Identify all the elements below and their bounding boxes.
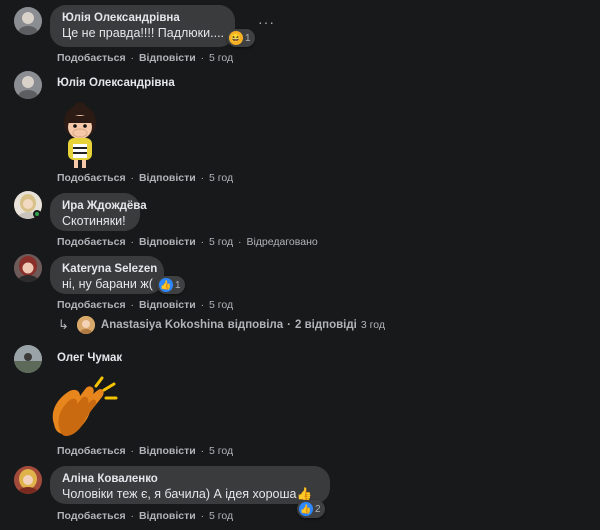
comment-text: Це не правда!!!! Падлюки.... [62, 26, 225, 40]
online-status-indicator [33, 210, 41, 218]
comment-text-body: Чоловіки теж є, я бачила) А ідея хороша [62, 487, 297, 501]
like-button[interactable]: Подобається [57, 52, 126, 64]
timestamp[interactable]: 5 год [209, 52, 233, 64]
avatar[interactable] [14, 71, 42, 99]
comment-actions: Подобається · Відповісти · 5 год · Відре… [57, 236, 318, 248]
avatar [76, 316, 95, 334]
comment-actions: Подобається · Відповісти · 5 год [57, 445, 233, 457]
separator: · [130, 510, 135, 522]
edited-label: Відредаговано [246, 236, 318, 248]
reply-button[interactable]: Відповісти [139, 172, 196, 184]
view-replies-link[interactable]: ↳ Anastasiya Kokoshina відповіла · 2 від… [58, 316, 385, 334]
separator: · [130, 52, 135, 64]
reply-button[interactable]: Відповісти [139, 445, 196, 457]
comment-author[interactable]: Юлія Олександрівна [62, 11, 223, 25]
reaction-count[interactable]: 👍 1 [157, 276, 185, 294]
separator: · [130, 445, 135, 457]
reaction-count-value: 1 [245, 32, 251, 44]
avatar[interactable] [14, 254, 42, 282]
comment-author[interactable]: Ира Ждождёва [62, 199, 147, 213]
reply-button[interactable]: Відповісти [139, 299, 196, 311]
separator: · [200, 52, 205, 64]
separator: · [200, 236, 205, 248]
timestamp[interactable]: 5 год [209, 510, 233, 522]
separator: · [200, 299, 205, 311]
reply-button[interactable]: Відповісти [139, 236, 196, 248]
comment-text: Чоловіки теж є, я бачила) А ідея хороша👍 [62, 486, 318, 502]
comment-actions: Подобається · Відповісти · 5 год [57, 299, 233, 311]
comment-text: Скотиняки! [62, 214, 126, 228]
more-options-icon[interactable]: ··· [258, 14, 275, 30]
like-button[interactable]: Подобається [57, 299, 126, 311]
avatar[interactable] [14, 7, 42, 35]
girl-covering-mouth-sticker [58, 100, 102, 170]
separator: · [130, 172, 135, 184]
thumbs-up-emoji: 👍 [296, 487, 313, 501]
reaction-count[interactable]: 😆 1 [227, 29, 255, 47]
reply-button[interactable]: Відповісти [139, 52, 196, 64]
avatar[interactable] [14, 345, 42, 373]
comment-bubble: Юлія Олександрівна Це не правда!!!! Падл… [50, 5, 235, 47]
separator: · [200, 510, 205, 522]
reply-verb: відповіла [227, 319, 284, 331]
comment-author[interactable]: Олег Чумак [57, 352, 122, 364]
separator: · [130, 299, 135, 311]
separator: · [238, 236, 242, 248]
like-icon: 👍 [299, 502, 313, 516]
comment-author[interactable]: Юлія Олександрівна [57, 77, 175, 89]
comment-bubble: Ира Ждождёва Скотиняки! [50, 193, 147, 231]
timestamp[interactable]: 5 год [209, 299, 233, 311]
like-button[interactable]: Подобається [57, 510, 126, 522]
reply-time: 3 год [360, 319, 385, 331]
like-button[interactable]: Подобається [57, 445, 126, 457]
like-button[interactable]: Подобається [57, 236, 126, 248]
comment-bubble: Kateryna Selezen ні, ну барани ж( [50, 256, 164, 294]
haha-icon: 😆 [229, 31, 243, 45]
separator: · [200, 172, 205, 184]
separator: · [287, 319, 291, 331]
reply-author[interactable]: Anastasiya Kokoshina [101, 319, 224, 331]
comment-bubble: Аліна Коваленко Чоловіки теж є, я бачила… [50, 466, 330, 504]
timestamp[interactable]: 5 год [209, 172, 233, 184]
comment-actions: Подобається · Відповісти · 5 год [57, 52, 233, 64]
separator: · [200, 445, 205, 457]
reaction-count-value: 2 [315, 503, 321, 515]
comment-author[interactable]: Аліна Коваленко [62, 472, 318, 486]
reaction-count[interactable]: 👍 2 [297, 500, 325, 518]
comment-author[interactable]: Kateryna Selezen [62, 262, 157, 276]
separator: · [130, 236, 135, 248]
like-button[interactable]: Подобається [57, 172, 126, 184]
comment-actions: Подобається · Відповісти · 5 год [57, 510, 233, 522]
timestamp[interactable]: 5 год [209, 236, 233, 248]
comment-actions: Подобається · Відповісти · 5 год [57, 172, 233, 184]
avatar[interactable] [14, 466, 42, 494]
like-icon: 👍 [159, 278, 173, 292]
reply-button[interactable]: Відповісти [139, 510, 196, 522]
reaction-count-value: 1 [175, 279, 181, 291]
timestamp[interactable]: 5 год [209, 445, 233, 457]
reply-count[interactable]: 2 відповіді [295, 319, 357, 331]
reply-arrow-icon: ↳ [58, 317, 69, 332]
clapping-hands-sticker [46, 374, 120, 440]
comment-text: ні, ну барани ж( [62, 277, 153, 291]
